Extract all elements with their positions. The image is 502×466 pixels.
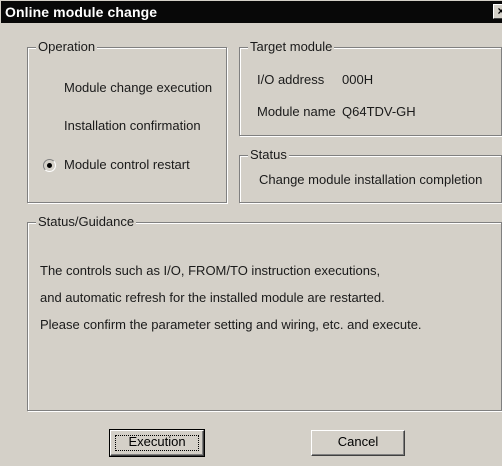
io-address-value: 000H (342, 72, 374, 87)
cancel-button-label: Cancel (337, 434, 379, 449)
close-button[interactable]: × (493, 4, 502, 19)
target-module-group: Target module I/O address 000H Module na… (239, 39, 502, 136)
status-guidance-group: Status/Guidance The controls such as I/O… (27, 214, 502, 411)
operation-item-module-control-restart[interactable]: Module control restart (64, 157, 190, 173)
target-module-legend: Target module (248, 39, 335, 55)
operation-group: Operation Module change execution Instal… (27, 39, 227, 203)
operation-legend: Operation (36, 39, 98, 55)
status-legend: Status (248, 147, 289, 163)
online-module-change-dialog: Online module change × Operation Module … (0, 0, 502, 466)
guidance-line-2: and automatic refresh for the installed … (40, 290, 385, 305)
status-guidance-legend: Status/Guidance (36, 214, 137, 230)
status-group: Status Change module installation comple… (239, 147, 502, 203)
guidance-line-3: Please confirm the parameter setting and… (40, 317, 422, 332)
guidance-line-1: The controls such as I/O, FROM/TO instru… (40, 263, 381, 278)
close-icon: × (497, 4, 502, 18)
execution-button-label: Execution (128, 434, 186, 449)
io-address-label: I/O address (257, 72, 325, 87)
module-name-value: Q64TDV-GH (342, 104, 416, 119)
status-text: Change module installation completion (259, 172, 483, 187)
module-name-label: Module name (257, 104, 336, 119)
dialog-title: Online module change (5, 4, 158, 20)
operation-item-installation-confirmation[interactable]: Installation confirmation (64, 118, 201, 134)
module-control-restart-radio[interactable] (43, 159, 56, 172)
execution-button[interactable]: Execution (109, 429, 205, 457)
title-bar: Online module change × (1, 1, 502, 23)
operation-item-module-change-execution[interactable]: Module change execution (64, 80, 212, 96)
cancel-button[interactable]: Cancel (311, 430, 405, 456)
